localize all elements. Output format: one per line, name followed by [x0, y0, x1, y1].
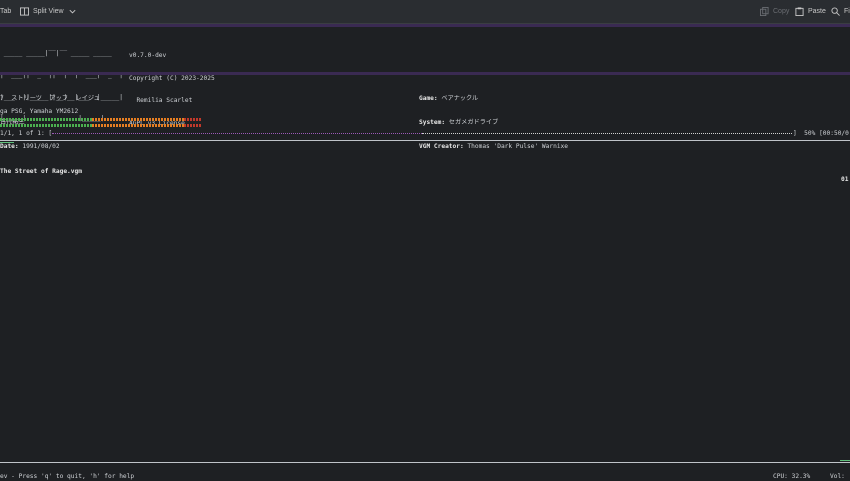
split-view-button[interactable]: Split View: [20, 0, 77, 23]
window-toolbar: Tab Split View Copy Paste Fi: [0, 0, 850, 24]
sound-chips: ga PSG, Yamaha YM2612: [0, 108, 79, 115]
track-game: Game: ベアナックル: [419, 95, 568, 103]
copy-button[interactable]: Copy: [760, 0, 789, 23]
chevron-down-icon: [68, 7, 77, 16]
playlist-bottom-marker: [840, 460, 850, 461]
list-item[interactable]: The Street of Rage.vgm 01: [0, 160, 850, 183]
game-label: Game:: [419, 95, 438, 102]
playlist-bottom-border: [0, 462, 850, 463]
split-view-label: Split View: [33, 8, 64, 15]
track-system: System: セガメガドライブ: [419, 119, 568, 127]
tab-button[interactable]: Tab: [0, 0, 11, 23]
playlist-item-name: The Street of Rage.vgm: [0, 168, 82, 175]
app-version: v0.7.0-dev: [129, 52, 167, 59]
paste-button[interactable]: Paste: [795, 0, 826, 23]
app-author: Remilia Scarlet: [129, 97, 193, 104]
find-label: Fi: [844, 8, 850, 15]
progress-played: [52, 133, 422, 135]
system-label: System:: [419, 119, 446, 126]
paste-label: Paste: [808, 8, 826, 15]
game-value: ベアナックル: [437, 95, 479, 102]
progress-remaining: [422, 133, 792, 135]
find-button[interactable]: Fi: [831, 0, 850, 23]
playlist-top-border: [0, 140, 850, 141]
search-icon: [831, 7, 840, 16]
tab-label: Tab: [0, 8, 12, 15]
system-value: セガメガドライブ: [445, 119, 499, 126]
vu-meter-left: [0, 118, 202, 121]
playback-position: 1/1, 1 of 1: [: [0, 130, 53, 137]
copy-icon: [760, 7, 769, 16]
app-copyright: Copyright (C) 2023-2025: [129, 74, 215, 82]
playlist-item-index: 01: [841, 176, 849, 183]
split-view-icon: [20, 7, 29, 16]
paste-icon: [795, 7, 804, 16]
playlist-top-marker: [0, 142, 14, 143]
playback-progress: 1/1, 1 of 1: [ ] 50% [00:50/0: [0, 130, 850, 138]
header-bottom-separator: [0, 72, 850, 75]
header-top-separator: [0, 24, 850, 27]
copy-label: Copy: [773, 8, 790, 15]
track-title: 7 ストリーツ アッフ レイジュ: [0, 95, 100, 102]
playback-percent-time: ] 50% [00:50/0: [793, 130, 849, 137]
playlist: The Street of Rage.vgm 01: [0, 144, 850, 183]
vu-meter-right: [0, 124, 202, 127]
logo-line: _____ _____|‾‾|‾‾ _____ _____: [0, 50, 112, 58]
